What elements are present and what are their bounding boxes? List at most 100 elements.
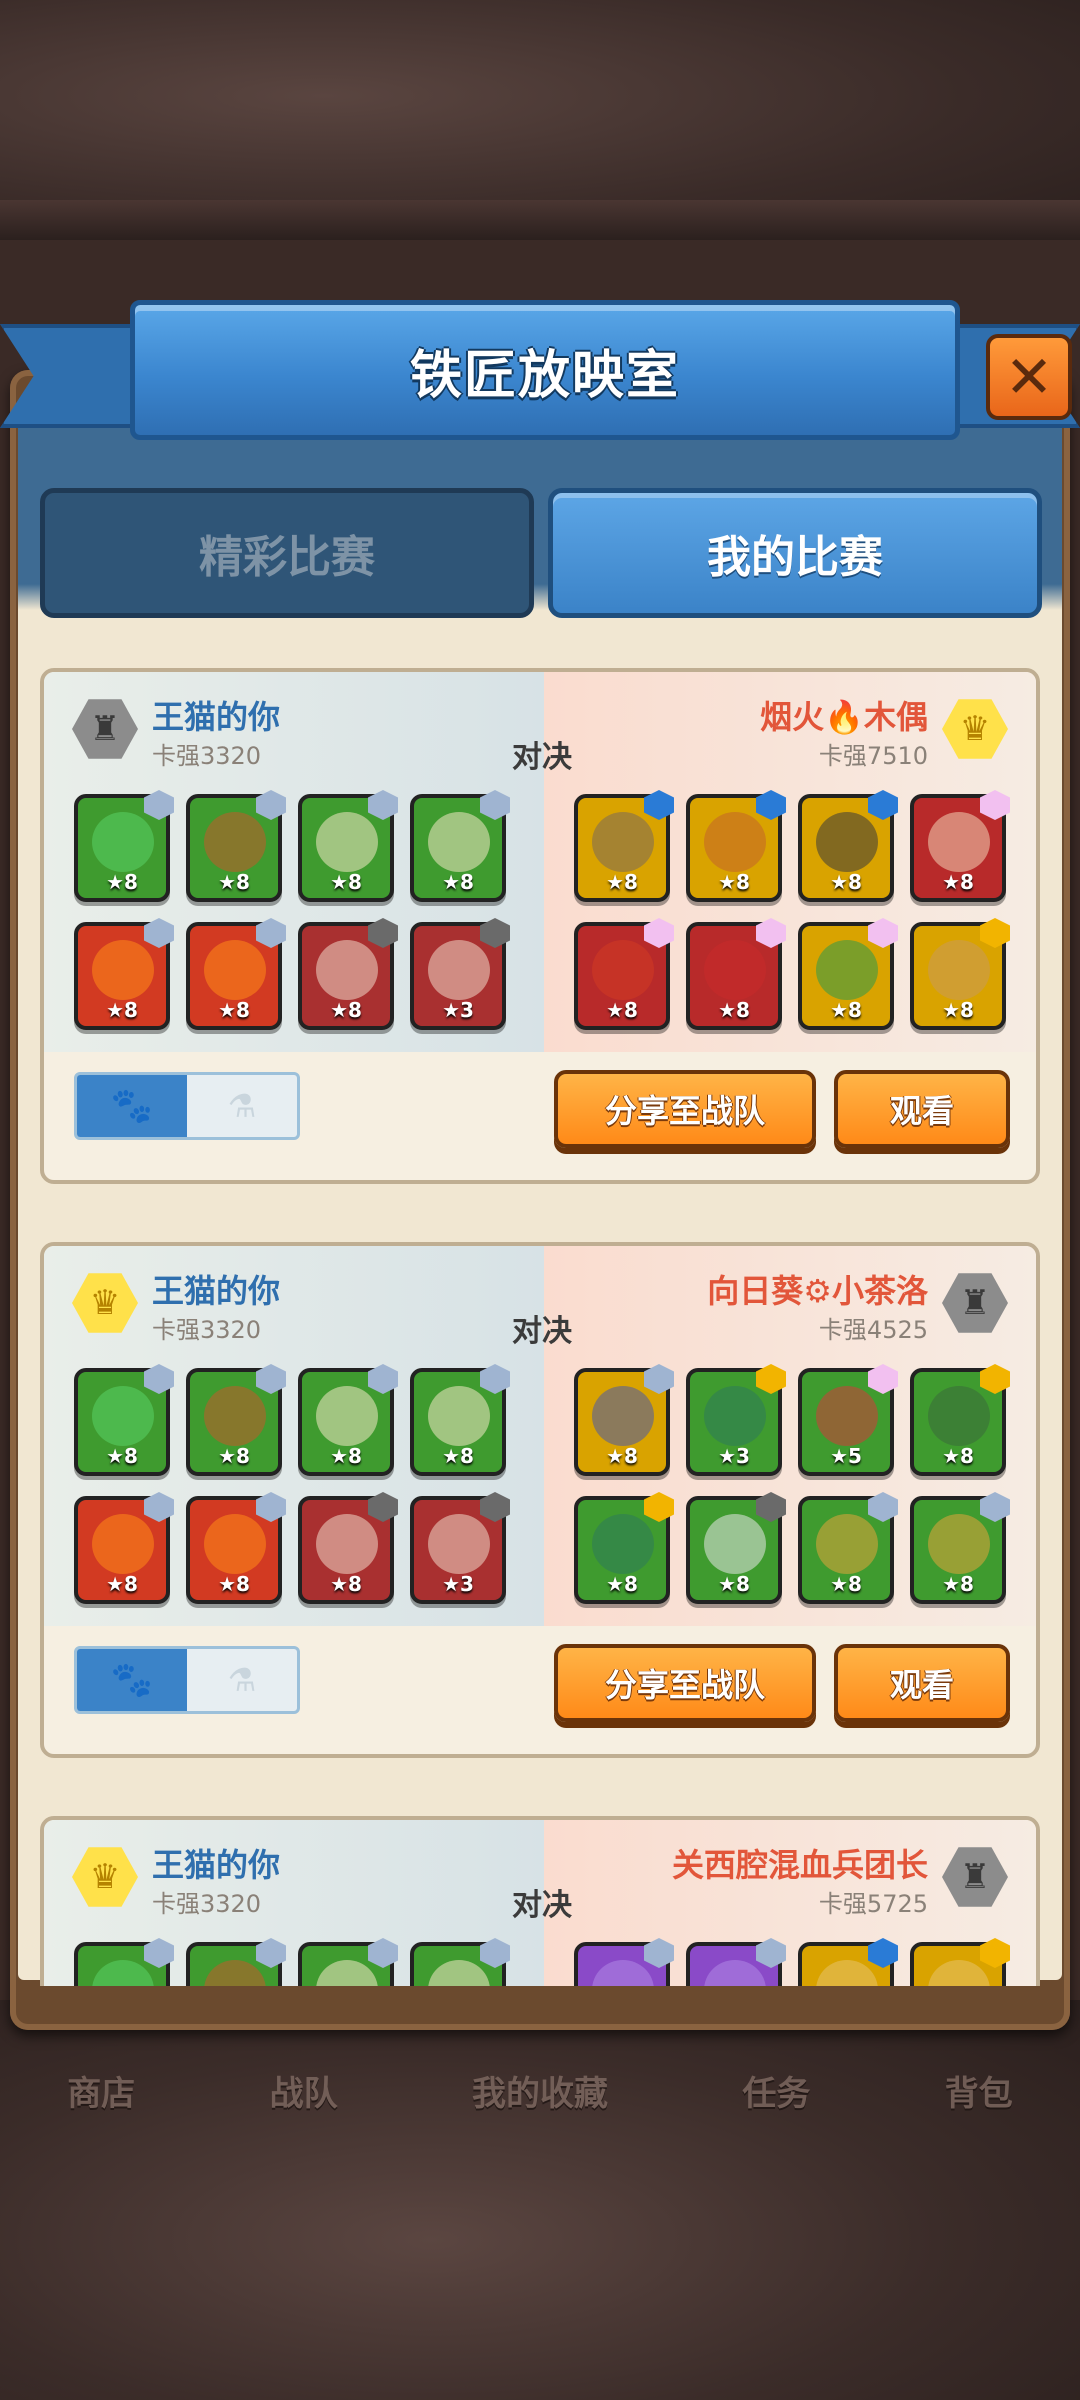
unit-card[interactable]: ★8 [574, 1492, 674, 1604]
unit-level: ★8 [718, 870, 750, 894]
unit-level: ★8 [218, 1572, 250, 1596]
potion-icon[interactable]: ⚗ [187, 1649, 297, 1711]
unit-portrait [816, 1514, 878, 1574]
unit-portrait [428, 812, 490, 872]
nav-item-tasks[interactable]: 任务 [742, 2066, 810, 2115]
unit-level: ★8 [442, 870, 474, 894]
unit-level: ★8 [606, 1572, 638, 1596]
unit-card[interactable]: ★8 [298, 1364, 398, 1476]
unit-level: ★3 [442, 998, 474, 1022]
unit-card[interactable]: ★8 [574, 1364, 674, 1476]
unit-card[interactable]: ★8 [574, 918, 674, 1030]
unit-level: ★8 [106, 1572, 138, 1596]
unit-card[interactable]: ★8 [910, 790, 1010, 902]
mode-toggle[interactable]: 🐾 ⚗ [74, 1072, 300, 1140]
right-player-rank: 卡强4525 [818, 1316, 928, 1344]
watch-button[interactable]: 观看 [834, 1070, 1010, 1148]
unit-portrait [928, 812, 990, 872]
share-to-team-button[interactable]: 分享至战队 [554, 1070, 816, 1148]
unit-portrait [704, 1960, 766, 1986]
unit-card[interactable]: ★8 [74, 1492, 174, 1604]
match-card: ♜ 王猫的你 卡强3320 对决 烟火🔥木偶 卡强7510 ♛ ★8 ★8 ★8 ★8 ★8 ★8 ★8 ★… [40, 668, 1040, 1184]
unit-level: ★8 [830, 870, 862, 894]
unit-card[interactable] [74, 1938, 174, 1986]
unit-card[interactable]: ★8 [798, 918, 898, 1030]
background-top [0, 0, 1080, 240]
unit-level: ★8 [218, 998, 250, 1022]
unit-card[interactable]: ★8 [186, 918, 286, 1030]
unit-portrait [316, 1960, 378, 1986]
close-button[interactable]: ✕ [986, 334, 1072, 420]
unit-level: ★8 [942, 1572, 974, 1596]
unit-card[interactable] [186, 1938, 286, 1986]
unit-card[interactable]: ★8 [74, 1364, 174, 1476]
unit-card[interactable]: ★8 [686, 918, 786, 1030]
dialog-title: 铁匠放映室 [409, 345, 680, 406]
unit-card[interactable]: ★8 [298, 1492, 398, 1604]
unit-card[interactable]: ★8 [686, 1492, 786, 1604]
unit-card[interactable]: ★3 [410, 918, 510, 1030]
match-list[interactable]: ♜ 王猫的你 卡强3320 对决 烟火🔥木偶 卡强7510 ♛ ★8 ★8 ★8 ★8 ★8 ★8 ★8 ★… [40, 668, 1040, 1986]
unit-card[interactable]: ★8 [410, 790, 510, 902]
unit-card[interactable]: ★8 [910, 918, 1010, 1030]
unit-portrait [316, 1514, 378, 1574]
tab-my-matches[interactable]: 我的比赛 [548, 488, 1042, 618]
unit-card[interactable]: ★3 [410, 1492, 510, 1604]
unit-level: ★8 [942, 1444, 974, 1468]
nav-item-shop[interactable]: 商店 [67, 2066, 135, 2115]
unit-card[interactable]: ★8 [410, 1364, 510, 1476]
unit-card[interactable]: ★8 [186, 1364, 286, 1476]
nav-item-team[interactable]: 战队 [270, 2066, 338, 2115]
unit-portrait [316, 1386, 378, 1446]
title-ribbon: 铁匠放映室 [0, 300, 1080, 440]
right-player-name: 烟火🔥木偶 [760, 698, 928, 736]
paw-icon[interactable]: 🐾 [77, 1075, 187, 1137]
unit-level: ★8 [606, 998, 638, 1022]
unit-portrait [928, 940, 990, 1000]
unit-card[interactable] [910, 1938, 1010, 1986]
unit-card[interactable]: ★5 [798, 1364, 898, 1476]
left-player-rank: 卡强3320 [152, 1890, 262, 1918]
unit-card[interactable]: ★8 [686, 790, 786, 902]
unit-card[interactable]: ★8 [186, 790, 286, 902]
unit-card[interactable]: ★3 [686, 1364, 786, 1476]
watch-button[interactable]: 观看 [834, 1644, 1010, 1722]
unit-card[interactable]: ★8 [798, 1492, 898, 1604]
share-to-team-button[interactable]: 分享至战队 [554, 1644, 816, 1722]
unit-card[interactable]: ★8 [298, 790, 398, 902]
unit-portrait [928, 1386, 990, 1446]
unit-card[interactable]: ★8 [298, 918, 398, 1030]
unit-portrait [592, 940, 654, 1000]
unit-portrait [816, 1960, 878, 1986]
potion-icon[interactable]: ⚗ [187, 1075, 297, 1137]
unit-card[interactable] [686, 1938, 786, 1986]
paw-icon[interactable]: 🐾 [77, 1649, 187, 1711]
right-player-name: 关西腔混血兵团长 [671, 1846, 928, 1884]
unit-portrait [316, 812, 378, 872]
unit-portrait [816, 812, 878, 872]
unit-card[interactable]: ★8 [798, 790, 898, 902]
unit-level: ★8 [718, 998, 750, 1022]
tab-highlights[interactable]: 精彩比赛 [40, 488, 534, 618]
unit-portrait [92, 1386, 154, 1446]
unit-card[interactable]: ★8 [74, 918, 174, 1030]
unit-card[interactable]: ★8 [186, 1492, 286, 1604]
left-player-name: 王猫的你 [152, 1272, 281, 1310]
unit-card[interactable]: ★8 [910, 1364, 1010, 1476]
unit-level: ★8 [330, 870, 362, 894]
unit-card[interactable] [410, 1938, 510, 1986]
mode-toggle[interactable]: 🐾 ⚗ [74, 1646, 300, 1714]
unit-card[interactable]: ★8 [74, 790, 174, 902]
left-player-rank: 卡强3320 [152, 1316, 262, 1344]
unit-portrait [428, 1386, 490, 1446]
unit-level: ★8 [106, 1444, 138, 1468]
unit-card[interactable]: ★8 [910, 1492, 1010, 1604]
unit-card[interactable]: ★8 [574, 790, 674, 902]
nav-item-collection[interactable]: 我的收藏 [472, 2066, 608, 2115]
unit-card[interactable] [798, 1938, 898, 1986]
unit-card[interactable] [574, 1938, 674, 1986]
unit-portrait [592, 1386, 654, 1446]
close-icon: ✕ [1004, 343, 1054, 411]
nav-item-bag[interactable]: 背包 [945, 2066, 1013, 2115]
unit-card[interactable] [298, 1938, 398, 1986]
